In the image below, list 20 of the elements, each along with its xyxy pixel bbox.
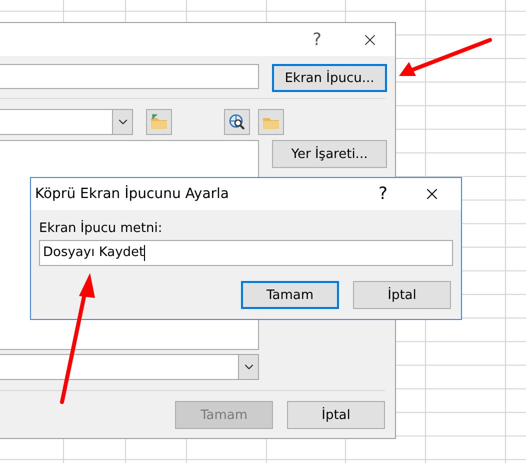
- help-button[interactable]: ?: [373, 184, 393, 204]
- chevron-down-icon[interactable]: [238, 355, 258, 379]
- address-dropdown[interactable]: [0, 354, 259, 380]
- cancel-button[interactable]: İptal: [353, 281, 451, 309]
- chevron-down-icon[interactable]: [112, 110, 132, 134]
- globe-search-icon: [228, 113, 246, 131]
- field-label: Ekran İpucu metni:: [39, 221, 164, 236]
- dialog-title: Köprü Ekran İpucunu Ayarla: [35, 186, 230, 202]
- folder-arrow-icon: [150, 114, 168, 130]
- cancel-button[interactable]: İptal: [287, 401, 385, 429]
- browse-web-button[interactable]: [224, 109, 250, 135]
- address-field[interactable]: [0, 64, 259, 89]
- screentip-button[interactable]: Ekran İpucu...: [272, 64, 387, 92]
- field-value: Dosyayı Kaydet: [43, 245, 146, 261]
- ok-button[interactable]: Tamam: [241, 281, 339, 309]
- folder-up-button[interactable]: [146, 109, 172, 135]
- screentip-text-field[interactable]: Dosyayı Kaydet: [39, 240, 453, 266]
- help-button[interactable]: ?: [307, 30, 327, 50]
- bookmark-button[interactable]: Yer İşareti...: [272, 140, 387, 168]
- look-in-dropdown[interactable]: [0, 109, 133, 135]
